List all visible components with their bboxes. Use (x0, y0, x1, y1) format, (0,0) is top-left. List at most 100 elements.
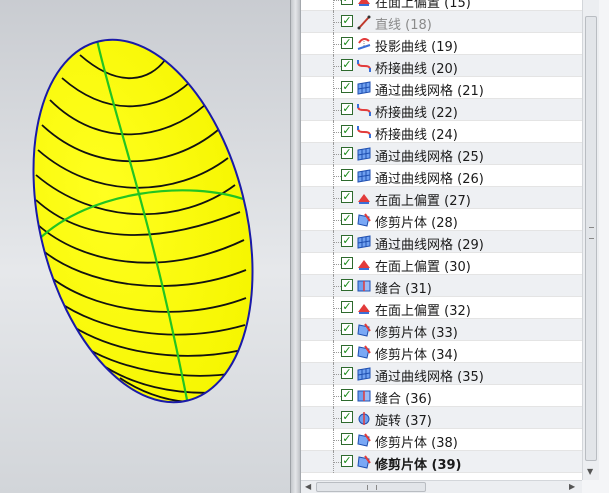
tree-item[interactable]: ✓ 在面上偏置 (27) (301, 187, 582, 209)
tree-item[interactable]: ✓ 直线 (18) (301, 11, 582, 33)
tree-connector (333, 88, 341, 89)
visibility-checkbox[interactable]: ✓ (341, 257, 353, 269)
tree-connector (333, 396, 341, 397)
tree-connector (333, 22, 341, 23)
visibility-checkbox[interactable]: ✓ (341, 235, 353, 247)
tree-item[interactable]: ✓ 通过曲线网格 (35) (301, 363, 582, 385)
scroll-right-icon[interactable]: ▶ (569, 481, 575, 493)
revolve-icon (358, 412, 370, 425)
tree-connector (333, 176, 341, 177)
through-curve-mesh-icon (357, 81, 371, 95)
tree-connector (333, 198, 341, 199)
tree-item-label: 投影曲线 (19) (375, 40, 458, 55)
horizontal-scrollbar[interactable]: ◀ ▶ (301, 480, 582, 493)
visibility-checkbox[interactable]: ✓ (341, 37, 353, 49)
visibility-checkbox[interactable]: ✓ (341, 0, 353, 5)
tree-item-label: 修剪片体 (28) (375, 216, 458, 231)
tree-item[interactable]: ✓ 在面上偏置 (15) (301, 0, 582, 11)
visibility-checkbox[interactable]: ✓ (341, 411, 353, 423)
tree-item[interactable]: ✓ 投影曲线 (19) (301, 33, 582, 55)
tree-item[interactable]: ✓ 修剪片体 (38) (301, 429, 582, 451)
tree-item-label: 桥接曲线 (22) (375, 106, 458, 121)
visibility-checkbox[interactable]: ✓ (341, 279, 353, 291)
vertical-scrollbar[interactable]: ▼ (582, 0, 599, 480)
visibility-checkbox[interactable]: ✓ (341, 389, 353, 401)
offset-in-face-icon (358, 260, 370, 270)
tree-connector (333, 132, 341, 133)
visibility-checkbox[interactable]: ✓ (341, 103, 353, 115)
offset-in-face-icon (358, 0, 370, 6)
visibility-checkbox[interactable]: ✓ (341, 147, 353, 159)
scroll-left-icon[interactable]: ◀ (305, 481, 311, 493)
visibility-checkbox[interactable]: ✓ (341, 433, 353, 445)
grip-icon (367, 485, 377, 490)
tree-item[interactable]: ✓ 桥接曲线 (22) (301, 99, 582, 121)
tree-item[interactable]: ✓ 修剪片体 (33) (301, 319, 582, 341)
graphics-viewport[interactable] (0, 0, 290, 493)
tree-connector (333, 308, 341, 309)
tree-item-label: 通过曲线网格 (35) (375, 370, 484, 385)
trim-sheet-icon (357, 345, 371, 359)
sew-icon (357, 280, 371, 292)
bridge-curve-icon (357, 126, 371, 138)
tree-item-label: 旋转 (37) (375, 414, 432, 429)
tree-item[interactable]: ✓ 修剪片体 (28) (301, 209, 582, 231)
horizontal-scroll-thumb[interactable] (316, 482, 426, 492)
tree-item[interactable]: ✓ 桥接曲线 (24) (301, 121, 582, 143)
tree-item-label: 缝合 (36) (375, 392, 432, 407)
tree-item[interactable]: ✓ 通过曲线网格 (26) (301, 165, 582, 187)
egg-surface-model[interactable] (0, 0, 290, 493)
tree-item-label: 通过曲线网格 (29) (375, 238, 484, 253)
scroll-down-icon[interactable]: ▼ (587, 467, 593, 476)
visibility-checkbox[interactable]: ✓ (341, 59, 353, 71)
tree-item-label: 通过曲线网格 (26) (375, 172, 484, 187)
through-curve-mesh-icon (357, 147, 371, 161)
model-history-tree: ✓在面上偏置 (15)✓直线 (18)✓投影曲线 (19)✓桥接曲线 (20)✓… (301, 0, 582, 480)
surface-fill (33, 39, 253, 403)
grip-icon (589, 227, 594, 239)
tree-item[interactable]: ✓ 缝合 (31) (301, 275, 582, 297)
tree-item-label: 修剪片体 (34) (375, 348, 458, 363)
visibility-checkbox[interactable]: ✓ (341, 301, 353, 313)
visibility-checkbox[interactable]: ✓ (341, 367, 353, 379)
tree-connector (333, 220, 341, 221)
tree-connector (333, 110, 341, 111)
panel-splitter[interactable] (290, 0, 300, 493)
tree-connector (333, 462, 341, 463)
offset-in-face-icon (358, 194, 370, 204)
visibility-checkbox[interactable]: ✓ (341, 81, 353, 93)
tree-connector (333, 374, 341, 375)
visibility-checkbox[interactable]: ✓ (341, 345, 353, 357)
visibility-checkbox[interactable]: ✓ (341, 125, 353, 137)
tree-item[interactable]: ✓ 在面上偏置 (32) (301, 297, 582, 319)
tree-item[interactable]: ✓ 修剪片体 (34) (301, 341, 582, 363)
visibility-checkbox[interactable]: ✓ (341, 191, 353, 203)
through-curve-mesh-icon (357, 169, 371, 183)
tree-item[interactable]: ✓ 在面上偏置 (30) (301, 253, 582, 275)
visibility-checkbox[interactable]: ✓ (341, 455, 353, 467)
tree-connector (333, 0, 334, 11)
visibility-checkbox[interactable]: ✓ (341, 169, 353, 181)
tree-item-label: 缝合 (31) (375, 282, 432, 297)
tree-item[interactable]: ✓ 通过曲线网格 (25) (301, 143, 582, 165)
tree-item[interactable]: ✓ 旋转 (37) (301, 407, 582, 429)
trim-sheet-icon (357, 323, 371, 337)
visibility-checkbox[interactable]: ✓ (341, 213, 353, 225)
tree-connector (333, 330, 341, 331)
tree-connector (333, 352, 341, 353)
tree-item-label: 修剪片体 (38) (375, 436, 458, 451)
tree-item[interactable]: ✓ 桥接曲线 (20) (301, 55, 582, 77)
visibility-checkbox[interactable]: ✓ (341, 15, 353, 27)
tree-connector (333, 154, 341, 155)
vertical-scroll-thumb[interactable] (585, 16, 597, 461)
tree-item-label: 通过曲线网格 (25) (375, 150, 484, 165)
trim-sheet-icon (357, 213, 371, 227)
tree-connector (333, 242, 341, 243)
visibility-checkbox[interactable]: ✓ (341, 323, 353, 335)
tree-item[interactable]: ✓ 通过曲线网格 (21) (301, 77, 582, 99)
tree-item[interactable]: ✓ 修剪片体 (39) (301, 451, 582, 473)
tree-item[interactable]: ✓ 缝合 (36) (301, 385, 582, 407)
tree-connector (333, 264, 341, 265)
tree-item-label: 在面上偏置 (30) (375, 260, 471, 275)
tree-item[interactable]: ✓ 通过曲线网格 (29) (301, 231, 582, 253)
